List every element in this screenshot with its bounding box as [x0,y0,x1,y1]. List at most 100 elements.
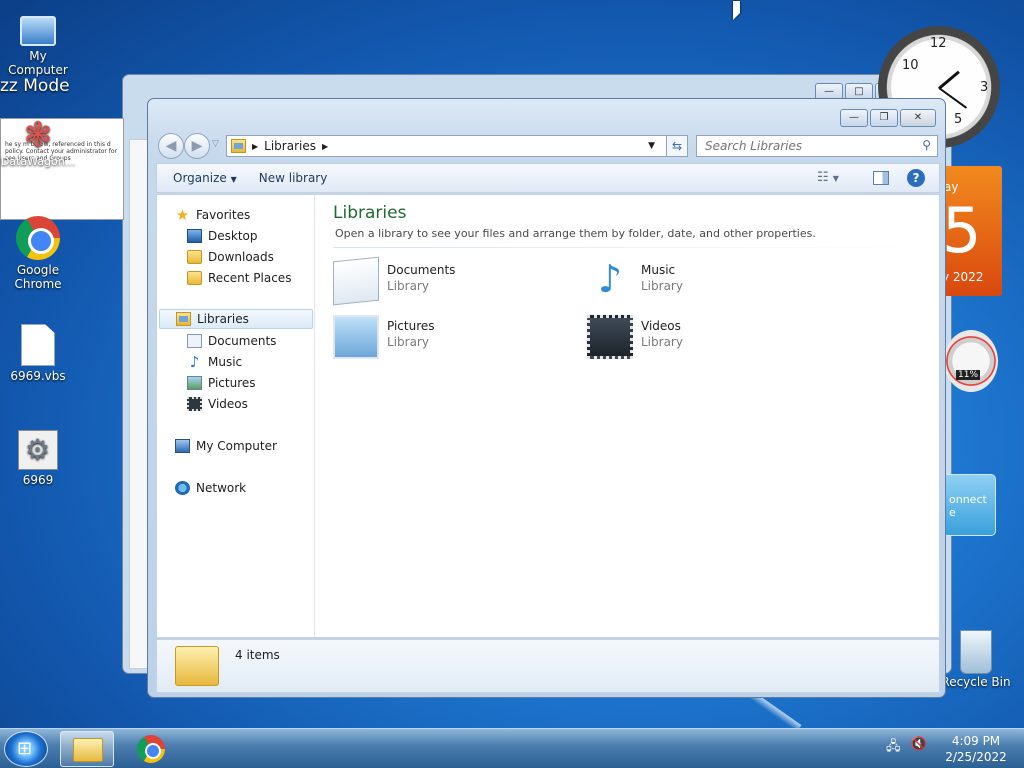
library-type: Library [641,335,683,349]
nav-label: Desktop [208,229,258,243]
maximize-button[interactable]: ❐ [870,109,898,127]
libraries-folder-icon [175,646,219,686]
connect-gadget[interactable]: onnect e [942,474,996,536]
pictures-library-icon [333,315,379,359]
navigation-bar: ◀ ▶ ▽ ▶ Libraries ▶ ▼ ⇆ ⚲ [156,133,940,159]
desktop-icon-datawagon[interactable]: ❃ DataWagon... [0,112,76,168]
chevron-down-icon: ▼ [230,175,237,184]
desktop-icon-label: Google Chrome [14,263,62,291]
nav-documents[interactable]: Documents [187,331,276,351]
library-type: Library [387,279,429,293]
computer-icon [175,439,190,453]
desktop-icon-google-chrome[interactable]: Google Chrome [0,216,76,291]
computer-icon [20,16,56,46]
videos-icon [187,397,202,411]
settings-file-icon [18,430,58,470]
desktop-icon-label: My Computer [8,49,68,77]
nav-recent-places[interactable]: Recent Places [187,268,291,288]
documents-icon [187,334,202,348]
nav-downloads[interactable]: Downloads [187,247,274,267]
minimize-button[interactable]: — [840,109,868,127]
search-input[interactable] [697,136,907,156]
nav-videos[interactable]: Videos [187,394,248,414]
desktop-icon-label: Recycle Bin [941,675,1011,689]
library-name: Videos [641,319,681,333]
nav-label: Network [196,481,247,495]
clock-face-number: 12 [930,36,947,51]
libraries-pane: Libraries Open a library to see your fil… [333,195,939,635]
header-divider [333,247,929,248]
nav-label: Documents [208,334,277,348]
new-library-button[interactable]: New library [253,171,344,185]
search-box[interactable]: ⚲ [696,135,938,157]
nav-network[interactable]: Network [175,478,246,498]
network-icon [175,481,190,495]
preview-pane-button[interactable] [873,171,889,185]
nav-desktop[interactable]: Desktop [187,226,258,246]
help-button[interactable]: ? [907,169,925,187]
nav-label: Favorites [196,208,251,222]
nav-label: Music [208,355,243,369]
downloads-folder-icon [187,250,202,264]
recycle-bin-icon [960,630,992,674]
library-documents[interactable]: Documents Library [333,256,573,306]
taskbar: 🖧 🔇 4:09 PM 2/25/2022 [0,728,1024,768]
caption-buttons: — ❐ ✕ [840,109,936,127]
nav-favorites[interactable]: ★ Favorites [175,205,250,225]
library-pictures[interactable]: Pictures Library [333,313,573,361]
explorer-window[interactable]: — ❐ ✕ ◀ ▶ ▽ ▶ Libraries ▶ ▼ ⇆ ⚲ Organize… [147,98,946,698]
refresh-button[interactable]: ⇆ [666,135,688,157]
search-icon[interactable]: ⚲ [922,138,931,152]
videos-library-icon [587,315,633,359]
desktop-icon-recycle-bin[interactable]: Recycle Bin [938,630,1014,689]
volume-muted-icon[interactable]: 🔇 [911,737,927,759]
libraries-folder-icon [231,139,246,153]
page-description: Open a library to see your files and arr… [335,227,816,240]
start-button[interactable] [4,731,48,767]
navigation-pane: ★ Favorites Desktop Downloads Recent Plac… [157,195,315,637]
taskbar-clock[interactable]: 4:09 PM 2/25/2022 [944,733,1008,765]
cpu-meter-percent: 11% [956,370,981,380]
nav-label: My Computer [196,439,277,453]
library-videos[interactable]: Videos Library [587,313,827,361]
nav-my-computer[interactable]: My Computer [175,436,277,456]
chevron-down-icon: ▼ [832,174,839,183]
libraries-icon [176,312,191,326]
library-music[interactable]: ♪ Music Library [587,257,827,305]
datawagon-icon: ❃ [23,115,53,155]
nav-pictures[interactable]: Pictures [187,373,256,393]
close-button[interactable]: ✕ [900,109,936,127]
calendar-gadget[interactable]: ay 5 y 2022 [940,166,1002,296]
taskbar-explorer-button[interactable] [60,731,114,767]
calendar-year: y 2022 [942,270,984,284]
desktop-icon-my-computer[interactable]: My Computer [0,10,76,77]
library-name: Music [641,263,676,277]
pictures-icon [187,376,202,390]
nav-music[interactable]: ♪ Music [187,352,242,372]
network-tray-icon[interactable]: 🖧 [886,737,901,759]
mouse-cursor-icon [733,1,740,20]
connect-label: e [949,506,956,519]
view-options-button[interactable]: ☷ ▼ [817,170,839,185]
nav-libraries[interactable]: Libraries [159,309,313,329]
desktop-icon-6969[interactable]: 6969 [0,430,76,487]
recent-pages-chevron-icon[interactable]: ▽ [212,139,219,149]
organize-button[interactable]: Organize ▼ [157,171,253,185]
command-bar: Organize ▼ New library ☷ ▼ ? [156,163,940,193]
back-button[interactable]: ◀ [158,133,184,159]
taskbar-chrome-button[interactable] [124,731,178,767]
cpu-meter-gadget[interactable]: 11% [944,330,998,392]
nav-label: Pictures [208,376,256,390]
address-bar[interactable]: ▶ Libraries ▶ ▼ [226,135,686,157]
nav-label: Downloads [208,250,274,264]
breadcrumb-separator-icon: ▶ [321,141,329,151]
recent-places-icon [187,271,202,285]
calendar-date: 5 [942,194,982,267]
documents-library-icon [333,256,379,306]
nav-label: Libraries [197,312,249,326]
address-dropdown-icon[interactable]: ▼ [648,141,655,151]
desktop-icon-6969-vbs[interactable]: 6969.vbs [0,324,76,383]
breadcrumb-libraries[interactable]: Libraries [264,139,316,153]
forward-button[interactable]: ▶ [184,133,210,159]
clock-time: 4:09 PM [951,734,1001,748]
